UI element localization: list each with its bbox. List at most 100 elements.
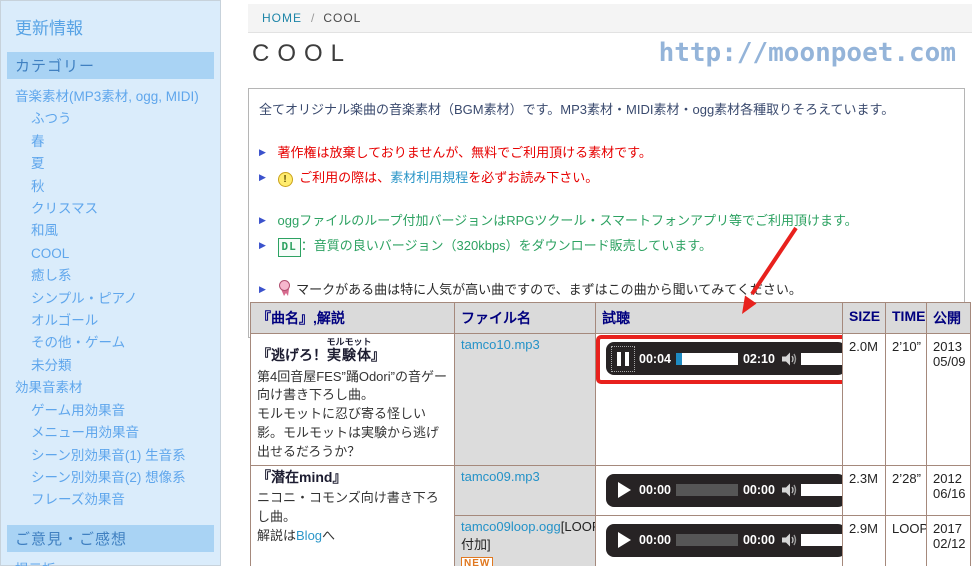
total-time: 02:10 bbox=[743, 352, 775, 366]
pause-button[interactable] bbox=[612, 347, 634, 371]
volume-icon bbox=[782, 352, 798, 366]
sidebar-item-futsuu[interactable]: ふつう bbox=[1, 108, 220, 130]
bullet-icon: ▶ bbox=[259, 147, 266, 157]
sidebar-nav: 音楽素材(MP3素材, ogg, MIDI) ふつう 春 夏 秋 クリスマス 和… bbox=[1, 86, 220, 512]
play-button[interactable] bbox=[612, 528, 634, 552]
bullet-icon: ▶ bbox=[259, 172, 266, 182]
seek-bar[interactable] bbox=[676, 534, 738, 546]
total-time: 00:00 bbox=[743, 533, 775, 547]
volume-icon bbox=[782, 533, 798, 547]
audio-player: 00:00 00:00 bbox=[606, 524, 843, 557]
sidebar-category-header: カテゴリー bbox=[7, 52, 214, 79]
current-time: 00:00 bbox=[639, 533, 671, 547]
file-link[interactable]: tamco09loop.ogg bbox=[461, 519, 561, 534]
usage-terms-link[interactable]: 素材利用規程 bbox=[390, 170, 468, 185]
notice-ogg: ▶ oggファイルのループ付加バージョンはRPGツクール・スマートフォンアプリ等… bbox=[259, 211, 954, 231]
sidebar-item-uncategorized[interactable]: 未分類 bbox=[1, 355, 220, 377]
sidebar-item-scene-sfx-2[interactable]: シーン別効果音(2) 想像系 bbox=[1, 467, 220, 489]
pause-icon bbox=[615, 352, 631, 366]
play-icon bbox=[618, 532, 631, 548]
time-cell: 2’28” bbox=[886, 465, 927, 515]
sidebar-item-orgel[interactable]: オルゴール bbox=[1, 310, 220, 332]
bullet-icon: ▶ bbox=[259, 284, 266, 294]
volume-icon bbox=[782, 483, 798, 497]
preview-cell: 00:04 02:10 bbox=[596, 334, 843, 466]
song-cell: 『逃げろ！実験体モルモット』 第4回音屋FES”踊Odori”の音ゲー向け書き下… bbox=[251, 334, 455, 466]
song-table: 『曲名』,解説 ファイル名 試聴 SIZE TIME 公開 『逃げろ！実験体モル… bbox=[250, 302, 971, 566]
breadcrumb-home-link[interactable]: HOME bbox=[262, 11, 302, 25]
current-time: 00:04 bbox=[639, 352, 671, 366]
blog-link[interactable]: Blog bbox=[296, 528, 322, 543]
warning-icon: ! bbox=[278, 172, 293, 187]
song-description: 第4回音屋FES”踊Odori”の音ゲー向け書き下ろし曲。 モルモットに忍び寄る… bbox=[257, 368, 448, 462]
seek-bar[interactable] bbox=[676, 484, 738, 496]
song-title: 『逃げろ！実験体モルモット』 bbox=[257, 337, 448, 365]
sidebar-item-other-game[interactable]: その他・ゲーム bbox=[1, 332, 220, 354]
sidebar-item-christmas[interactable]: クリスマス bbox=[1, 198, 220, 220]
col-header-filename: ファイル名 bbox=[455, 303, 596, 334]
new-badge: NEW bbox=[461, 557, 493, 566]
seek-played-fill bbox=[676, 353, 682, 365]
sidebar-item-autumn[interactable]: 秋 bbox=[1, 176, 220, 198]
volume-fill bbox=[801, 484, 842, 496]
sidebar-item-game-sfx[interactable]: ゲーム用効果音 bbox=[1, 400, 220, 422]
size-cell: 2.3M bbox=[843, 465, 886, 515]
table-row: 『潜在mind』 ニコニ・コモンズ向け書き下ろし曲。 解説はBlogへ tamc… bbox=[251, 465, 971, 515]
col-header-preview: 試聴 bbox=[596, 303, 843, 334]
file-link[interactable]: tamco10.mp3 bbox=[461, 337, 540, 352]
col-header-published: 公開 bbox=[927, 303, 971, 334]
volume-slider[interactable] bbox=[801, 484, 843, 496]
filename-cell: tamco09.mp3 bbox=[455, 465, 596, 515]
song-title: 『潜在mind』 bbox=[257, 469, 448, 487]
sidebar-item-healing[interactable]: 癒し系 bbox=[1, 265, 220, 287]
notice-usage: ▶ ! ご利用の際は、素材利用規程を必ずお読み下さい。 bbox=[259, 168, 954, 188]
breadcrumb-current: COOL bbox=[323, 11, 361, 25]
published-cell: 201206/16 bbox=[927, 465, 971, 515]
time-cell: 2’10” bbox=[886, 334, 927, 466]
bullet-icon: ▶ bbox=[259, 215, 266, 225]
breadcrumb: HOME / COOL bbox=[248, 4, 972, 33]
sidebar-item-summer[interactable]: 夏 bbox=[1, 153, 220, 175]
page: 更新情報 カテゴリー 音楽素材(MP3素材, ogg, MIDI) ふつう 春 … bbox=[0, 0, 972, 566]
table-header-row: 『曲名』,解説 ファイル名 試聴 SIZE TIME 公開 bbox=[251, 303, 971, 334]
sidebar-item-scene-sfx-1[interactable]: シーン別効果音(1) 生音系 bbox=[1, 445, 220, 467]
volume-fill bbox=[801, 353, 842, 365]
col-header-size: SIZE bbox=[843, 303, 886, 334]
sidebar-item-menu-sfx[interactable]: メニュー用効果音 bbox=[1, 422, 220, 444]
bullet-icon: ▶ bbox=[259, 240, 266, 250]
site-url: http://moonpoet.com bbox=[659, 38, 956, 68]
breadcrumb-separator: / bbox=[311, 11, 314, 25]
sidebar-item-cool[interactable]: COOL bbox=[1, 243, 220, 265]
dl-badge: DL bbox=[278, 238, 301, 257]
sidebar-feedback-header: ご意見・ご感想 bbox=[7, 525, 214, 552]
col-header-song: 『曲名』,解説 bbox=[251, 303, 455, 334]
song-description: ニコニ・コモンズ向け書き下ろし曲。 解説はBlogへ bbox=[257, 489, 448, 546]
seek-bar[interactable] bbox=[676, 353, 738, 365]
filename-cell: tamco09loop.ogg[LOOP付加] NEW bbox=[455, 515, 596, 566]
size-cell: 2.0M bbox=[843, 334, 886, 466]
page-title: COOL bbox=[252, 40, 352, 68]
table-row: 『逃げろ！実験体モルモット』 第4回音屋FES”踊Odori”の音ゲー向け書き下… bbox=[251, 334, 971, 466]
volume-slider[interactable] bbox=[801, 534, 843, 546]
audio-player: 00:00 00:00 bbox=[606, 474, 843, 507]
sidebar-item-sfx-materials[interactable]: 効果音素材 bbox=[1, 377, 220, 399]
notice-box: 全てオリジナル楽曲の音楽素材（BGM素材）です。MP3素材・MIDI素材・ogg… bbox=[248, 88, 965, 338]
sidebar-item-spring[interactable]: 春 bbox=[1, 131, 220, 153]
song-cell: 『潜在mind』 ニコニ・コモンズ向け書き下ろし曲。 解説はBlogへ bbox=[251, 465, 455, 566]
sidebar-item-music-materials[interactable]: 音楽素材(MP3素材, ogg, MIDI) bbox=[1, 86, 220, 108]
col-header-time: TIME bbox=[886, 303, 927, 334]
notice-copyright: ▶ 著作権は放棄しておりませんが、無料でご利用頂ける素材です。 bbox=[259, 143, 954, 163]
popular-medal-icon bbox=[278, 280, 291, 297]
notice-popular: ▶ マークがある曲は特に人気が高い曲ですので、まずはこの曲から聞いてみてください… bbox=[259, 280, 954, 300]
sidebar-item-simple-piano[interactable]: シンプル・ピアノ bbox=[1, 288, 220, 310]
play-button[interactable] bbox=[612, 478, 634, 502]
sidebar-item-phrase-sfx[interactable]: フレーズ効果音 bbox=[1, 489, 220, 511]
size-cell: 2.9M bbox=[843, 515, 886, 566]
sidebar-item-board[interactable]: 掲示板 bbox=[1, 559, 220, 566]
file-link[interactable]: tamco09.mp3 bbox=[461, 469, 540, 484]
time-cell: LOOP bbox=[886, 515, 927, 566]
audio-player: 00:04 02:10 bbox=[606, 342, 843, 375]
sidebar-item-wafuu[interactable]: 和風 bbox=[1, 220, 220, 242]
volume-slider[interactable] bbox=[801, 353, 843, 365]
published-cell: 201702/12 bbox=[927, 515, 971, 566]
